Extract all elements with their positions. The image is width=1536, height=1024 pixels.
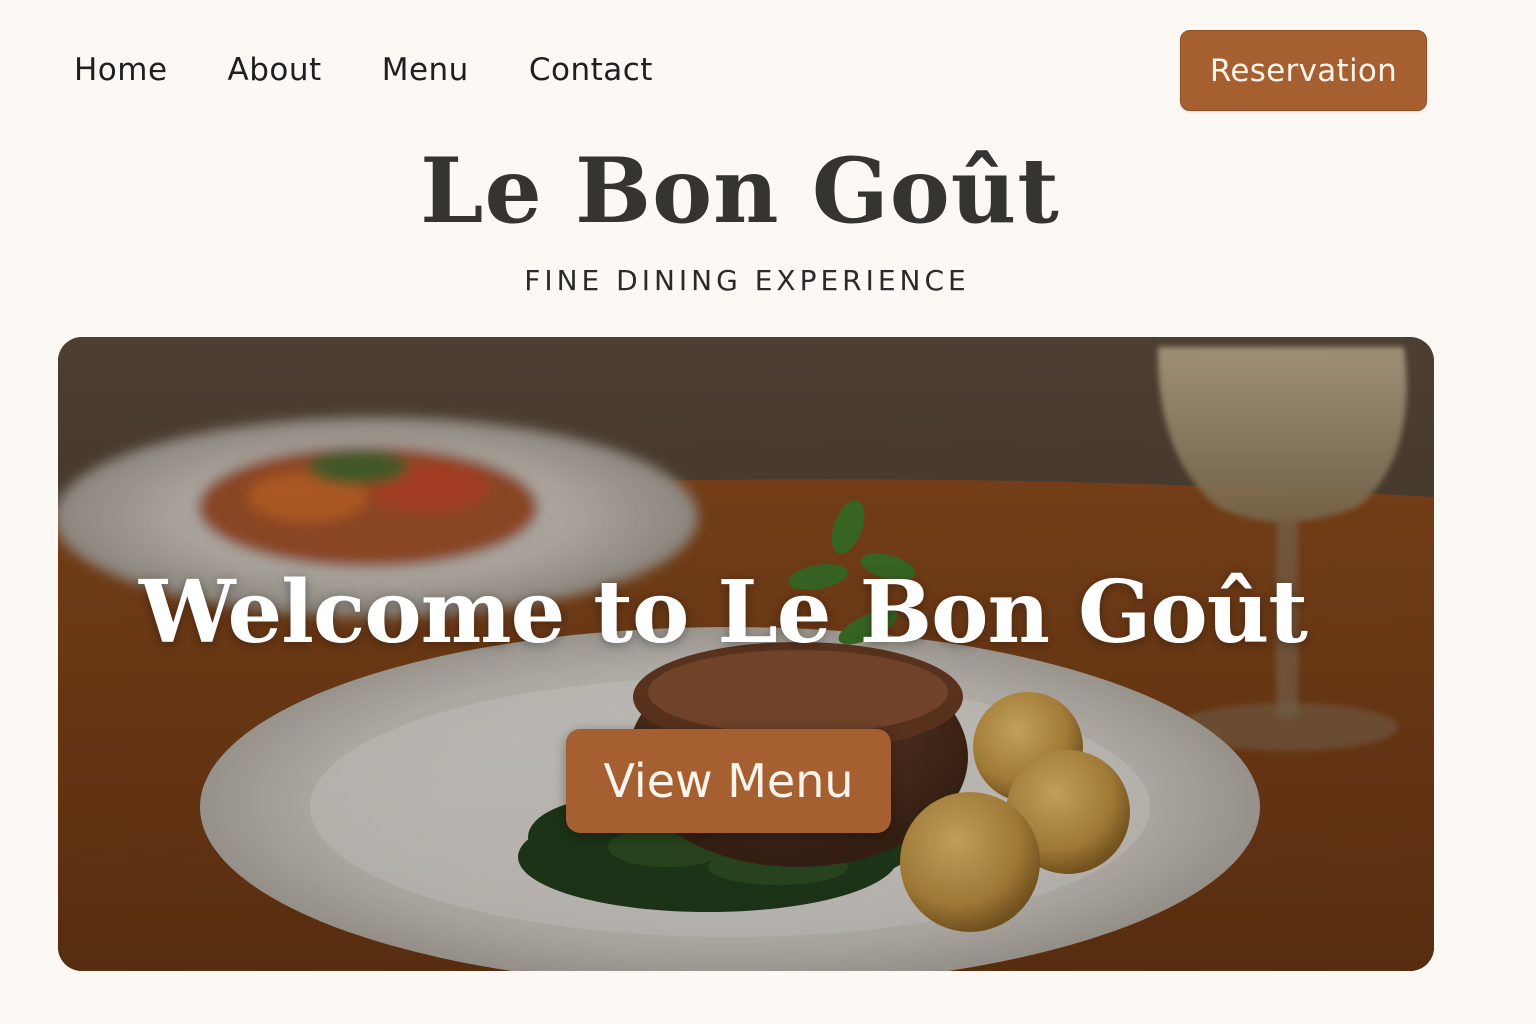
view-menu-button[interactable]: View Menu — [566, 729, 891, 833]
brand-title: Le Bon Goût — [420, 138, 1060, 244]
hero-banner: Welcome to Le Bon Goût View Menu — [58, 337, 1434, 971]
main-nav: Home About Menu Contact — [74, 48, 713, 92]
nav-contact-link[interactable]: Contact — [529, 52, 653, 88]
nav-home-link[interactable]: Home — [74, 52, 168, 88]
restaurant-landing-page: Home About Menu Contact Reservation Le B… — [0, 0, 1536, 1024]
brand-tagline: FINE DINING EXPERIENCE — [524, 264, 970, 297]
nav-about-link[interactable]: About — [228, 52, 322, 88]
nav-menu-link[interactable]: Menu — [382, 52, 469, 88]
reservation-button[interactable]: Reservation — [1180, 30, 1427, 111]
hero-title: Welcome to Le Bon Goût — [138, 562, 1308, 663]
